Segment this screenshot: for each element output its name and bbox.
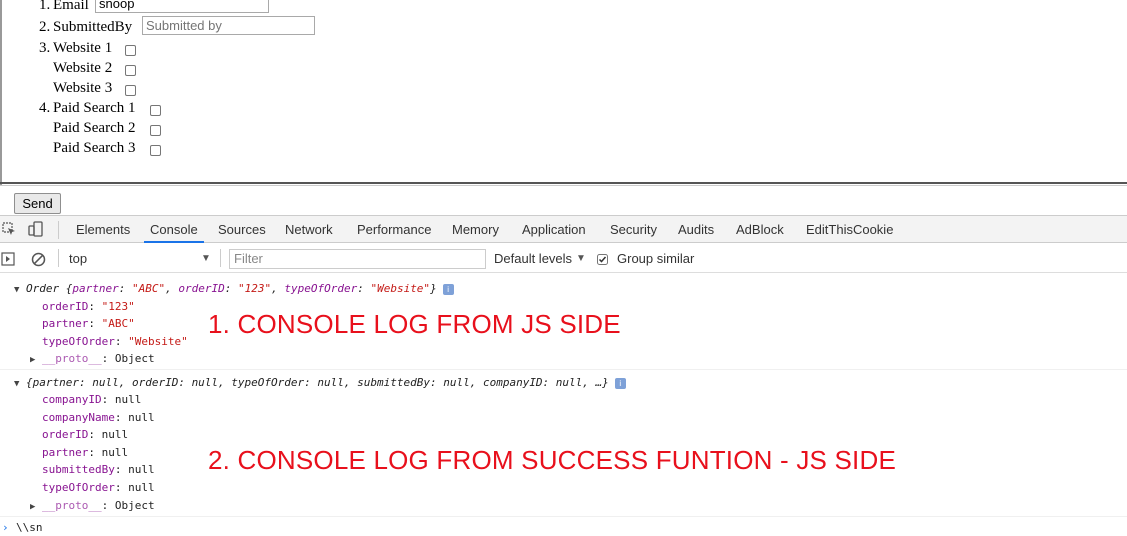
console-prop: companyID: null xyxy=(42,393,142,406)
context-selector[interactable]: top xyxy=(69,244,87,273)
console-entry-1-summary[interactable]: ▼ Order {partner: "ABC", orderID: "123", … xyxy=(14,280,454,297)
frame-divider-shadow xyxy=(0,185,1127,186)
clear-console-icon[interactable] xyxy=(31,252,46,267)
collapsed-triangle-icon[interactable]: ▶ xyxy=(30,499,42,516)
entry-separator xyxy=(0,369,1127,370)
tab-security[interactable]: Security xyxy=(610,216,657,243)
collapsed-triangle-icon[interactable]: ▶ xyxy=(30,352,42,369)
tab-memory[interactable]: Memory xyxy=(452,216,499,243)
tab-sources[interactable]: Sources xyxy=(218,216,266,243)
info-icon[interactable]: i xyxy=(442,283,454,295)
submittedby-input[interactable]: Submitted by xyxy=(142,16,315,35)
submittedby-label: SubmittedBy xyxy=(53,19,133,35)
paid-search-3-label: Paid Search 3 xyxy=(53,140,136,156)
entry-separator xyxy=(0,516,1127,517)
expanded-triangle-icon[interactable]: ▼ xyxy=(14,376,26,393)
annotation-second: 2. CONSOLE LOG FROM SUCCESS FUNTION - JS… xyxy=(208,445,896,475)
levels-dropdown-arrow-icon[interactable]: ▼ xyxy=(576,244,586,273)
paid-search-1-checkbox[interactable] xyxy=(150,105,161,116)
toolbar-separator xyxy=(58,249,59,267)
console-prop: companyName: null xyxy=(42,411,155,424)
website-2-label: Website 2 xyxy=(53,60,113,76)
filter-input[interactable]: Filter xyxy=(229,249,486,269)
console-prop: orderID: "123" xyxy=(42,300,135,313)
paid-search-1-label: Paid Search 1 xyxy=(53,100,136,116)
tab-adblock[interactable]: AdBlock xyxy=(736,216,784,243)
log-levels-dropdown[interactable]: Default levels xyxy=(494,244,572,273)
info-icon[interactable]: i xyxy=(614,377,626,389)
group-similar-checkbox[interactable] xyxy=(597,244,608,273)
console-proto-row[interactable]: ▶ __proto__: Object xyxy=(30,497,155,514)
item-number: 1. xyxy=(39,0,51,13)
form-item-submittedby: 2. SubmittedBy xyxy=(39,17,132,37)
group-similar-label: Group similar xyxy=(617,251,695,266)
website-1-label: Website 1 xyxy=(53,40,113,56)
paid-search-2-label: Paid Search 2 xyxy=(53,120,136,136)
send-button[interactable]: Send xyxy=(14,193,61,214)
email-label: Email xyxy=(53,0,89,13)
console-prop: typeOfOrder: null xyxy=(42,481,155,494)
website-3-checkbox[interactable] xyxy=(125,85,136,96)
context-dropdown-arrow-icon[interactable]: ▼ xyxy=(201,244,211,273)
tab-network[interactable]: Network xyxy=(285,216,333,243)
website-3-label: Website 3 xyxy=(53,80,113,96)
toolbar-separator xyxy=(58,221,59,239)
console-prompt-chevron-icon: › xyxy=(2,521,9,534)
console-prop: partner: "ABC" xyxy=(42,317,135,330)
annotation-first: 1. CONSOLE LOG FROM JS SIDE xyxy=(208,309,621,339)
console-entry-2-summary[interactable]: ▼ {partner: null, orderID: null, typeOfOr… xyxy=(14,374,626,391)
tab-editthiscookie[interactable]: EditThisCookie xyxy=(806,216,893,243)
email-input[interactable]: snoop xyxy=(95,0,269,13)
tab-elements[interactable]: Elements xyxy=(76,216,130,243)
device-toolbar-icon[interactable] xyxy=(28,221,44,237)
tab-console[interactable]: Console xyxy=(144,216,204,243)
frame-divider xyxy=(0,182,1127,184)
console-prompt-input[interactable]: \\sn xyxy=(16,519,43,536)
website-2-checkbox[interactable] xyxy=(125,65,136,76)
viewport-left-border xyxy=(0,0,2,186)
tab-audits[interactable]: Audits xyxy=(678,216,714,243)
form-item-paid-search-1: 4. Paid Search 1 xyxy=(39,98,135,118)
tab-performance[interactable]: Performance xyxy=(357,216,431,243)
checkbox-checked-icon xyxy=(597,254,608,266)
form-item-website-1: 3. Website 1 xyxy=(39,38,112,58)
item-number: 3. xyxy=(39,40,51,56)
toolbar-separator xyxy=(220,249,221,267)
page-viewport: 1. Email snoop 2. SubmittedBy Submitted by… xyxy=(0,0,1127,186)
console-toolbar: top ▼ Filter Default levels ▼ Group simi… xyxy=(0,244,1127,273)
console-proto-row[interactable]: ▶ __proto__: Object xyxy=(30,350,155,367)
form-item-paid-search-2: Paid Search 2 xyxy=(53,118,135,138)
item-number: 2. xyxy=(39,19,51,35)
form-item-paid-search-3: Paid Search 3 xyxy=(53,138,135,158)
form-item-email: 1. Email xyxy=(39,0,89,15)
console-prop: orderID: null xyxy=(42,428,129,441)
item-number: 4. xyxy=(39,100,51,116)
devtools-panel: Elements Console Sources Network Perform… xyxy=(0,215,1127,536)
console-prop: typeOfOrder: "Website" xyxy=(42,335,188,348)
devtools-tabbar: Elements Console Sources Network Perform… xyxy=(0,215,1127,243)
website-1-checkbox[interactable] xyxy=(125,45,136,56)
inspect-element-icon[interactable] xyxy=(2,222,16,236)
form-item-website-2: Website 2 xyxy=(53,58,112,78)
tab-application[interactable]: Application xyxy=(522,216,586,243)
expanded-triangle-icon[interactable]: ▼ xyxy=(14,282,26,299)
console-prop: partner: null xyxy=(42,446,129,459)
console-prop: submittedBy: null xyxy=(42,463,155,476)
paid-search-3-checkbox[interactable] xyxy=(150,145,161,156)
paid-search-2-checkbox[interactable] xyxy=(150,125,161,136)
form-item-website-3: Website 3 xyxy=(53,78,112,98)
show-sidebar-icon[interactable] xyxy=(1,252,15,266)
